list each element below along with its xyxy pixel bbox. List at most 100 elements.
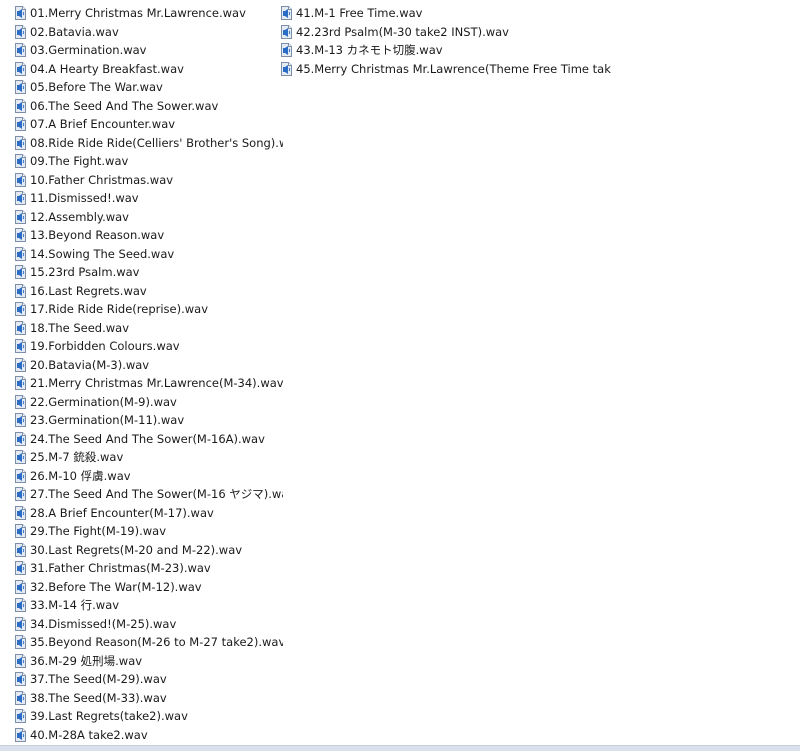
file-name: 36.M-29 処刑場.wav xyxy=(30,653,143,668)
file-item[interactable]: 08.Ride Ride Ride(Celliers' Brother's So… xyxy=(15,134,283,153)
wav-audio-file-icon xyxy=(15,283,26,298)
wav-audio-file-icon xyxy=(15,524,26,539)
file-name: 18.The Seed.wav xyxy=(30,320,129,335)
wav-audio-file-icon xyxy=(15,135,26,150)
file-item[interactable]: 22.Germination(M-9).wav xyxy=(15,393,283,412)
file-item[interactable]: 15.23rd Psalm.wav xyxy=(15,263,283,282)
file-name: 23.Germination(M-11).wav xyxy=(30,413,185,428)
file-item[interactable]: 45.Merry Christmas Mr.Lawrence(Theme Fre… xyxy=(281,60,611,79)
file-name: 29.The Fight(M-19).wav xyxy=(30,524,166,539)
wav-audio-file-icon xyxy=(15,653,26,668)
status-bar-edge xyxy=(0,745,800,751)
file-name: 14.Sowing The Seed.wav xyxy=(30,246,175,261)
file-item[interactable]: 20.Batavia(M-3).wav xyxy=(15,356,283,375)
wav-audio-file-icon xyxy=(15,320,26,335)
file-name: 11.Dismissed!.wav xyxy=(30,191,139,206)
wav-audio-file-icon xyxy=(15,117,26,132)
file-item[interactable]: 11.Dismissed!.wav xyxy=(15,189,283,208)
wav-audio-file-icon xyxy=(15,672,26,687)
wav-audio-file-icon xyxy=(15,339,26,354)
wav-audio-file-icon xyxy=(281,43,292,58)
wav-audio-file-icon xyxy=(15,561,26,576)
file-item[interactable]: 29.The Fight(M-19).wav xyxy=(15,522,283,541)
file-item[interactable]: 32.Before The War(M-12).wav xyxy=(15,578,283,597)
file-item[interactable]: 28.A Brief Encounter(M-17).wav xyxy=(15,504,283,523)
file-item[interactable]: 37.The Seed(M-29).wav xyxy=(15,670,283,689)
wav-audio-file-icon xyxy=(15,709,26,724)
file-item[interactable]: 02.Batavia.wav xyxy=(15,23,283,42)
file-name: 43.M-13 カネモト切腹.wav xyxy=(296,43,443,58)
file-item[interactable]: 14.Sowing The Seed.wav xyxy=(15,245,283,264)
file-name: 30.Last Regrets(M-20 and M-22).wav xyxy=(30,542,243,557)
file-name: 24.The Seed And The Sower(M-16A).wav xyxy=(30,431,265,446)
file-item[interactable]: 38.The Seed(M-33).wav xyxy=(15,689,283,708)
file-item[interactable]: 06.The Seed And The Sower.wav xyxy=(15,97,283,116)
file-item[interactable]: 36.M-29 処刑場.wav xyxy=(15,652,283,671)
file-item[interactable]: 24.The Seed And The Sower(M-16A).wav xyxy=(15,430,283,449)
file-name: 16.Last Regrets.wav xyxy=(30,283,147,298)
file-item[interactable]: 05.Before The War.wav xyxy=(15,78,283,97)
file-item[interactable]: 41.M-1 Free Time.wav xyxy=(281,4,611,23)
file-column-2: 41.M-1 Free Time.wav 42.23rd Psalm(M-30 t… xyxy=(281,4,611,78)
file-name: 05.Before The War.wav xyxy=(30,80,163,95)
file-item[interactable]: 43.M-13 カネモト切腹.wav xyxy=(281,41,611,60)
file-name: 42.23rd Psalm(M-30 take2 INST).wav xyxy=(296,24,509,39)
wav-audio-file-icon xyxy=(15,727,26,742)
wav-audio-file-icon xyxy=(15,6,26,21)
wav-audio-file-icon xyxy=(15,690,26,705)
file-name: 26.M-10 俘虜.wav xyxy=(30,468,131,483)
file-name: 21.Merry Christmas Mr.Lawrence(M-34).wav xyxy=(30,376,283,391)
file-item[interactable]: 35.Beyond Reason(M-26 to M-27 take2).wav xyxy=(15,633,283,652)
file-name: 09.The Fight.wav xyxy=(30,154,129,169)
file-item[interactable]: 01.Merry Christmas Mr.Lawrence.wav xyxy=(15,4,283,23)
wav-audio-file-icon xyxy=(281,6,292,21)
file-item[interactable]: 26.M-10 俘虜.wav xyxy=(15,467,283,486)
wav-audio-file-icon xyxy=(15,413,26,428)
file-name: 37.The Seed(M-29).wav xyxy=(30,672,167,687)
file-item[interactable]: 33.M-14 行.wav xyxy=(15,596,283,615)
file-item[interactable]: 03.Germination.wav xyxy=(15,41,283,60)
wav-audio-file-icon xyxy=(15,209,26,224)
wav-audio-file-icon xyxy=(15,394,26,409)
file-item[interactable]: 12.Assembly.wav xyxy=(15,208,283,227)
wav-audio-file-icon xyxy=(15,191,26,206)
wav-audio-file-icon xyxy=(15,43,26,58)
wav-audio-file-icon xyxy=(15,468,26,483)
file-item[interactable]: 13.Beyond Reason.wav xyxy=(15,226,283,245)
file-name: 31.Father Christmas(M-23).wav xyxy=(30,561,211,576)
file-item[interactable]: 04.A Hearty Breakfast.wav xyxy=(15,60,283,79)
file-item[interactable]: 09.The Fight.wav xyxy=(15,152,283,171)
wav-audio-file-icon xyxy=(15,505,26,520)
file-name: 17.Ride Ride Ride(reprise).wav xyxy=(30,302,209,317)
file-name: 41.M-1 Free Time.wav xyxy=(296,6,423,21)
wav-audio-file-icon xyxy=(15,228,26,243)
wav-audio-file-icon xyxy=(15,61,26,76)
file-item[interactable]: 16.Last Regrets.wav xyxy=(15,282,283,301)
file-item[interactable]: 42.23rd Psalm(M-30 take2 INST).wav xyxy=(281,23,611,42)
file-item[interactable]: 25.M-7 銃殺.wav xyxy=(15,448,283,467)
file-item[interactable]: 39.Last Regrets(take2).wav xyxy=(15,707,283,726)
file-name: 01.Merry Christmas Mr.Lawrence.wav xyxy=(30,6,246,21)
file-item[interactable]: 19.Forbidden Colours.wav xyxy=(15,337,283,356)
file-item[interactable]: 31.Father Christmas(M-23).wav xyxy=(15,559,283,578)
file-name: 06.The Seed And The Sower.wav xyxy=(30,98,219,113)
file-name: 40.M-28A take2.wav xyxy=(30,727,148,742)
file-name: 07.A Brief Encounter.wav xyxy=(30,117,176,132)
file-item[interactable]: 17.Ride Ride Ride(reprise).wav xyxy=(15,300,283,319)
file-item[interactable]: 18.The Seed.wav xyxy=(15,319,283,338)
file-name: 02.Batavia.wav xyxy=(30,24,119,39)
file-item[interactable]: 21.Merry Christmas Mr.Lawrence(M-34).wav xyxy=(15,374,283,393)
file-name: 04.A Hearty Breakfast.wav xyxy=(30,61,184,76)
file-item[interactable]: 10.Father Christmas.wav xyxy=(15,171,283,190)
file-item[interactable]: 23.Germination(M-11).wav xyxy=(15,411,283,430)
wav-audio-file-icon xyxy=(15,246,26,261)
file-item[interactable]: 27.The Seed And The Sower(M-16 ヤジマ).wav xyxy=(15,485,283,504)
file-item[interactable]: 30.Last Regrets(M-20 and M-22).wav xyxy=(15,541,283,560)
file-item[interactable]: 07.A Brief Encounter.wav xyxy=(15,115,283,134)
file-name: 28.A Brief Encounter(M-17).wav xyxy=(30,505,214,520)
wav-audio-file-icon xyxy=(15,172,26,187)
wav-audio-file-icon xyxy=(15,616,26,631)
file-item[interactable]: 34.Dismissed!(M-25).wav xyxy=(15,615,283,634)
file-item[interactable]: 40.M-28A take2.wav xyxy=(15,726,283,745)
wav-audio-file-icon xyxy=(15,265,26,280)
